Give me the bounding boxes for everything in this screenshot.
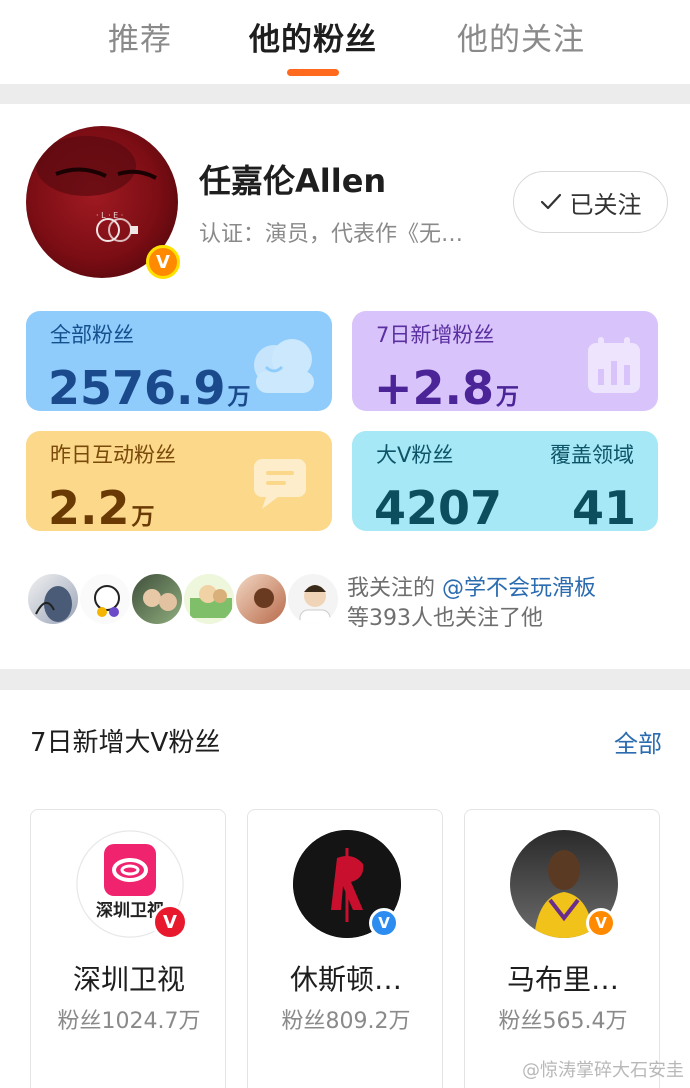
stat-interactive-value-wrap: 2.2万 (48, 481, 155, 531)
new-big-v-section: 7日新增大V粉丝 全部 深圳卫视 V 深圳卫视 粉丝1024.7万 V 休斯顿…… (0, 690, 690, 1088)
stat-interactive-label: 昨日互动粉丝 (50, 443, 176, 467)
check-icon (540, 193, 561, 210)
tab-recommend[interactable]: 推荐 (108, 14, 172, 59)
stat-total-fans-value-wrap: 2576.9万 (48, 361, 251, 411)
page: 推荐 他的粉丝 他的关注 · L · E · V 任嘉伦Allen 认证：演员，… (0, 0, 690, 1088)
stat-domain-label: 覆盖领域 (550, 443, 634, 467)
big-v-fans-count: 粉丝565.4万 (498, 1009, 628, 1034)
active-tab-indicator (287, 69, 339, 76)
verified-v-badge: V (369, 908, 399, 938)
big-v-fans-count: 粉丝809.2万 (281, 1009, 411, 1034)
verified-v-badge: V (146, 245, 180, 279)
big-v-card[interactable]: V 休斯顿… 粉丝809.2万 (247, 809, 443, 1088)
stat-new-7d-unit: 万 (496, 384, 520, 410)
tab-his-fans[interactable]: 他的粉丝 (249, 14, 377, 59)
stat-big-v-value: 4207 (374, 481, 503, 531)
mutual-avatar (286, 572, 340, 626)
mutual-text-line2: 等393人也关注了他 (347, 606, 543, 631)
verified-v-badge: V (152, 904, 188, 940)
mutual-prefix: 我关注的 (347, 576, 436, 601)
people-icon (254, 339, 314, 393)
mutual-text-line1: 我关注的 @学不会玩滑板 (347, 570, 596, 602)
stat-total-fans-value: 2576.9 (48, 361, 226, 411)
big-v-card[interactable]: V 马布里… 粉丝565.4万 (464, 809, 660, 1088)
big-v-card[interactable]: 深圳卫视 V 深圳卫视 粉丝1024.7万 (30, 809, 226, 1088)
big-v-name: 深圳卫视 (72, 963, 185, 996)
stat-new-7d-value: +2.8 (374, 361, 495, 411)
big-v-fans-count: 粉丝1024.7万 (57, 1009, 201, 1034)
top-tab-bar: 推荐 他的粉丝 他的关注 (0, 0, 690, 84)
stat-total-fans-label: 全部粉丝 (50, 323, 134, 347)
verified-v-badge: V (586, 908, 616, 938)
big-v-name: 休斯顿… (289, 963, 402, 996)
stat-new-7d-label: 7日新增粉丝 (376, 323, 495, 347)
stat-big-v-fans[interactable]: 大V粉丝 覆盖领域 4207 41 (352, 431, 658, 531)
mutual-followers-row[interactable]: 我关注的 @学不会玩滑板 等393人也关注了他 (26, 570, 666, 631)
mutual-mention-link[interactable]: @学不会玩滑板 (442, 576, 596, 601)
section-all-link[interactable]: 全部 (614, 724, 662, 759)
mutual-avatar (78, 572, 132, 626)
stat-domain-value: 41 (571, 481, 636, 531)
stat-new-7d-value-wrap: +2.8万 (374, 361, 519, 411)
chat-icon (254, 459, 306, 509)
stat-new-7d[interactable]: 7日新增粉丝 +2.8万 (352, 311, 658, 411)
following-button-label: 已关注 (569, 190, 642, 219)
tab-his-following[interactable]: 他的关注 (457, 14, 585, 59)
stat-interactive-yesterday[interactable]: 昨日互动粉丝 2.2万 (26, 431, 332, 531)
stat-total-fans-unit: 万 (227, 384, 251, 410)
stat-interactive-unit: 万 (131, 504, 155, 530)
mutual-avatar (234, 572, 288, 626)
calendar-chart-icon (588, 337, 640, 393)
following-button[interactable]: 已关注 (513, 171, 668, 233)
big-v-name: 马布里… (506, 963, 619, 996)
mutual-avatar (130, 572, 184, 626)
mutual-avatar (182, 572, 236, 626)
verification-text: 认证：演员，代表作《无… (199, 222, 464, 247)
section-title: 7日新增大V粉丝 (30, 728, 221, 758)
stat-total-fans[interactable]: 全部粉丝 2576.9万 (26, 311, 332, 411)
mutual-avatar (26, 572, 80, 626)
watermark: @惊涛掌碎大石安圭 (522, 1060, 684, 1081)
stat-interactive-value: 2.2 (48, 481, 130, 531)
profile-name: 任嘉伦Allen (199, 162, 387, 200)
stat-big-v-label: 大V粉丝 (376, 443, 454, 467)
svg-text:· L · E ·: · L · E · (96, 211, 123, 220)
profile-card: · L · E · V 任嘉伦Allen 认证：演员，代表作《无… 已关注 全部… (0, 104, 690, 669)
